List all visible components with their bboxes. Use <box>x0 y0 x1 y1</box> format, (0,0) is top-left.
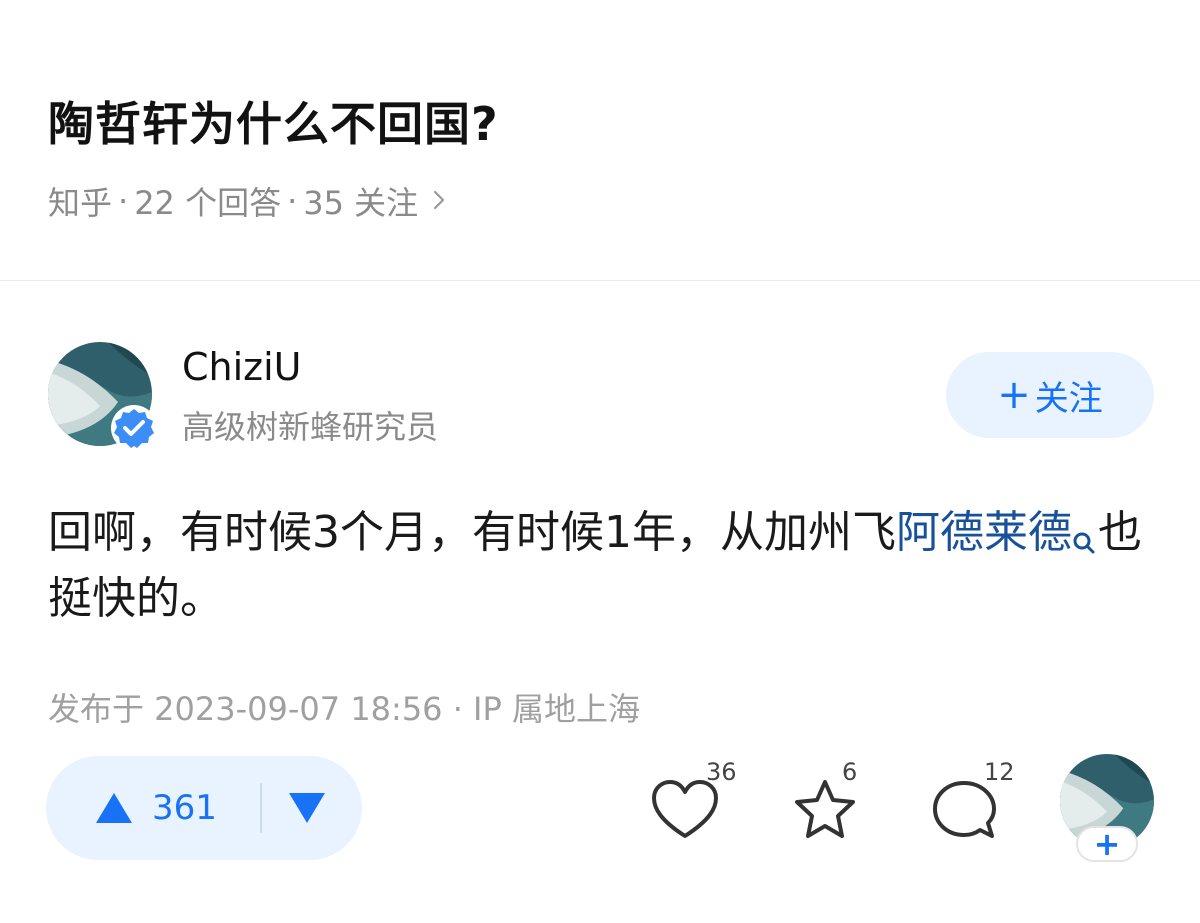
section-divider <box>0 280 1200 281</box>
upvote-arrow-icon <box>96 793 132 823</box>
upvote-button[interactable]: 361 <box>46 756 260 860</box>
question-source: 知乎 <box>48 184 113 222</box>
question-meta[interactable]: 知乎 · 22 个回答 · 35 关注 <box>48 178 446 224</box>
plus-icon: + <box>997 372 1031 418</box>
favorite-count: 6 <box>842 758 858 786</box>
author-name[interactable]: ChiziU <box>182 345 302 389</box>
upvote-count: 361 <box>152 788 217 828</box>
comment-count: 12 <box>984 758 1015 786</box>
chevron-right-icon <box>432 184 446 219</box>
answer-count: 22 个回答 <box>134 184 282 222</box>
author-bio: 高级树新蜂研究员 <box>182 408 439 446</box>
comment-icon <box>933 781 996 838</box>
downvote-button[interactable] <box>262 756 362 860</box>
answer-content: 回啊，有时候3个月，有时候1年，从加州飞阿德莱德 也挺快的。 <box>48 500 1158 632</box>
meta-separator: · <box>287 182 298 220</box>
question-title[interactable]: 陶哲轩为什么不回国? <box>48 88 499 154</box>
publish-info: 发布于 2023-09-07 18:56 · IP 属地上海 <box>48 690 640 728</box>
like-button[interactable]: 36 <box>650 758 740 850</box>
verified-badge-icon <box>110 404 158 452</box>
search-link[interactable]: 阿德莱德 <box>896 507 1072 558</box>
favorite-button[interactable]: 6 <box>790 758 880 850</box>
follower-count: 35 关注 <box>303 184 419 222</box>
follow-plus-badge[interactable]: + <box>1076 826 1138 862</box>
search-icon[interactable] <box>1072 514 1096 554</box>
meta-separator: · <box>118 182 129 220</box>
follow-button[interactable]: + 关注 <box>946 352 1154 438</box>
like-count: 36 <box>706 758 737 786</box>
heart-icon <box>652 780 718 838</box>
answer-text: 回啊，有时候3个月，有时候1年，从加州飞 <box>48 507 896 558</box>
downvote-arrow-icon <box>289 793 325 823</box>
vote-group: 361 <box>46 756 362 860</box>
follow-label: 关注 <box>1034 378 1103 419</box>
star-icon <box>795 780 855 838</box>
comment-button[interactable]: 12 <box>930 758 1020 850</box>
